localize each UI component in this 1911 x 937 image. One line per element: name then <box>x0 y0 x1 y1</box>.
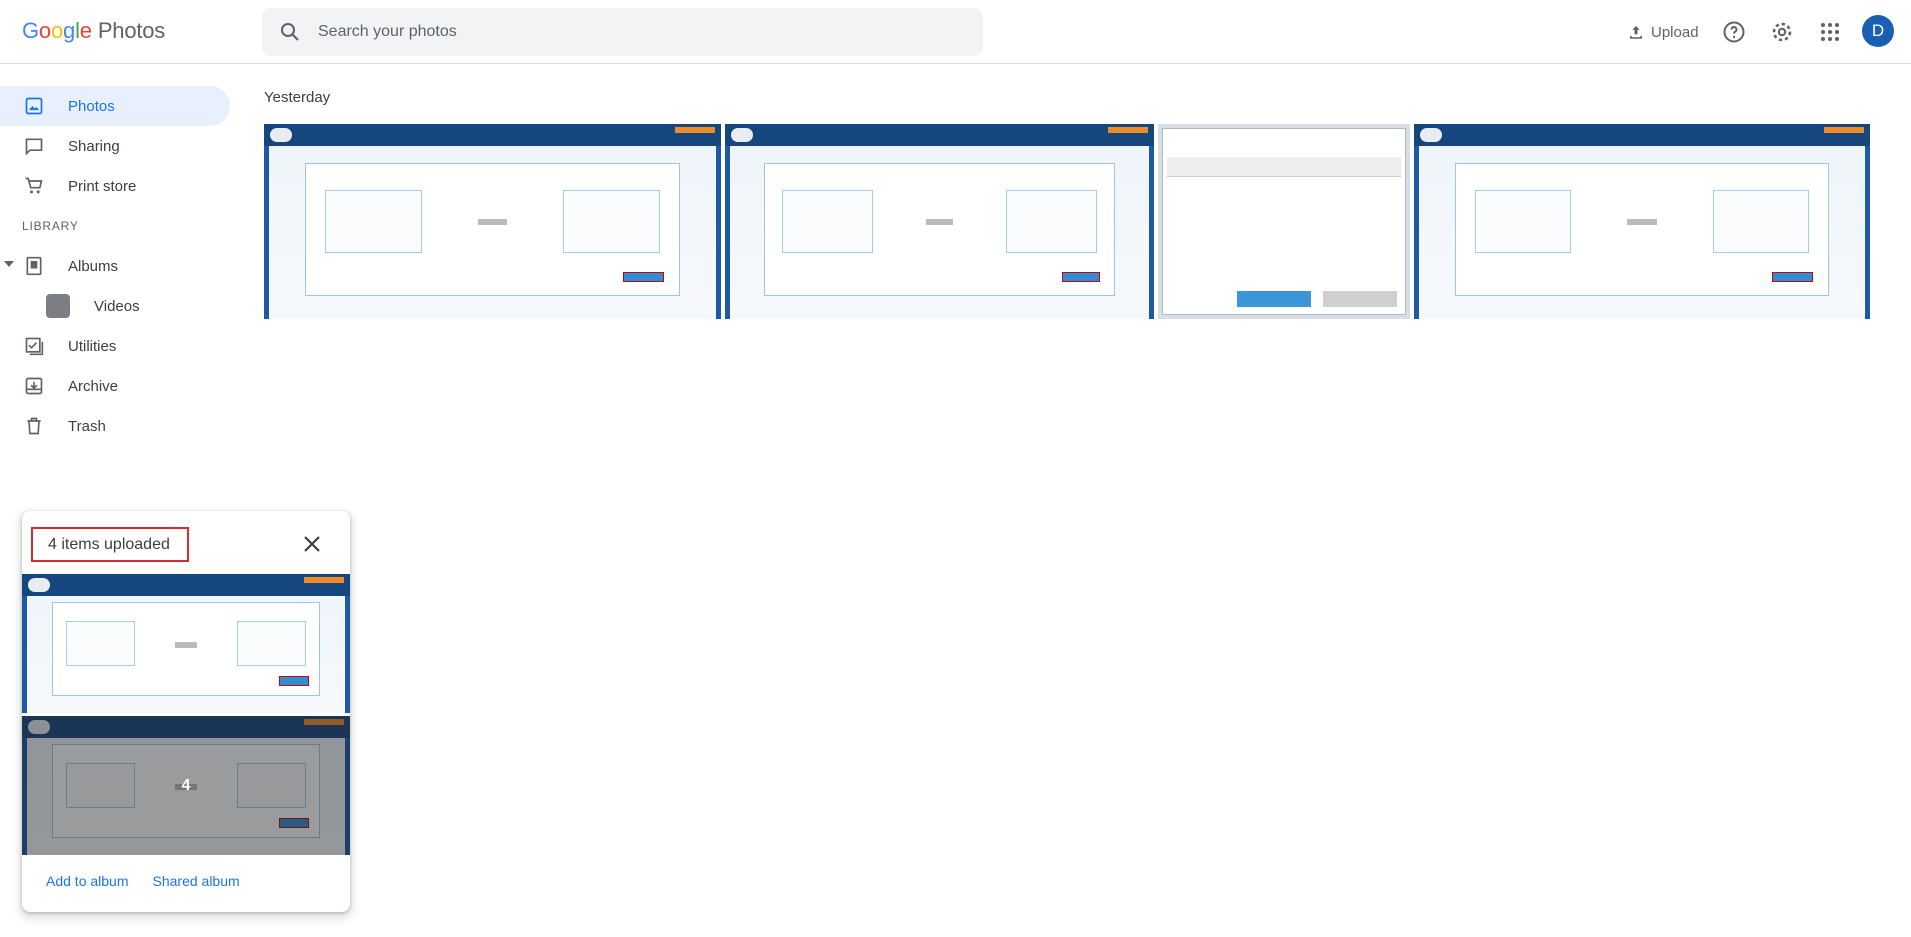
screenshot-image <box>1162 128 1406 315</box>
search-icon[interactable] <box>278 20 302 44</box>
screenshot-image <box>725 124 1154 319</box>
photo-thumbnail[interactable] <box>264 124 721 319</box>
photo-thumbnail[interactable] <box>725 124 1154 319</box>
sidebar-item-label: Albums <box>68 257 119 275</box>
upload-panel-actions: Add to album Shared album <box>22 873 350 889</box>
sidebar-item-archive[interactable]: Archive <box>0 366 230 406</box>
library-section-label: LIBRARY <box>22 219 79 233</box>
settings-icon[interactable] <box>1770 20 1794 44</box>
logo-letter: o <box>38 18 51 43</box>
screenshot-image <box>264 124 721 319</box>
logo-letter: g <box>63 18 76 43</box>
sidebar-item-label: Videos <box>94 297 140 315</box>
screenshot-image <box>1414 124 1870 319</box>
account-avatar[interactable]: D <box>1862 15 1894 47</box>
sidebar-item-label: Photos <box>68 97 115 115</box>
google-photos-logo[interactable]: G o o g l e Photos <box>22 18 165 44</box>
apps-icon[interactable] <box>1818 20 1842 44</box>
album-icon <box>22 254 46 278</box>
upload-status-title: 4 items uploaded <box>31 527 189 562</box>
sidebar-item-label: Trash <box>68 417 106 435</box>
sidebar-item-label: Utilities <box>68 337 117 355</box>
cart-icon <box>22 174 46 198</box>
sidebar-item-trash[interactable]: Trash <box>0 406 230 446</box>
sidebar-item-sharing[interactable]: Sharing <box>0 126 230 166</box>
navigation-sidebar: Photos Sharing Print store LIBRARY Album… <box>0 86 232 446</box>
checklist-icon <box>22 334 46 358</box>
help-icon[interactable] <box>1722 20 1746 44</box>
photo-thumbnail[interactable] <box>1158 124 1410 319</box>
uploaded-photo-thumbnail[interactable] <box>22 574 350 713</box>
sidebar-item-print-store[interactable]: Print store <box>0 166 230 206</box>
sidebar-item-photos[interactable]: Photos <box>0 86 230 126</box>
search-input[interactable] <box>318 8 958 56</box>
logo-letter: e <box>79 18 92 43</box>
upload-icon <box>1630 26 1642 39</box>
sidebar-item-label: Sharing <box>68 137 120 155</box>
shared-album-link[interactable]: Shared album <box>153 873 240 889</box>
chat-icon <box>22 134 46 158</box>
close-icon[interactable] <box>300 532 324 556</box>
search-bar[interactable] <box>262 8 983 56</box>
screenshot-image <box>22 574 350 713</box>
logo-product-name: Photos <box>97 18 166 43</box>
photo-icon <box>22 94 46 118</box>
sidebar-item-albums[interactable]: Albums <box>0 246 230 286</box>
photo-thumbnail[interactable] <box>1414 124 1870 319</box>
upload-label: Upload <box>1651 23 1699 41</box>
sidebar-item-videos[interactable]: Videos <box>0 286 230 326</box>
top-app-bar: G o o g l e Photos Upload D <box>0 0 1911 64</box>
more-items-count: 4 <box>181 776 191 794</box>
logo-letter: o <box>50 18 64 43</box>
upload-button[interactable]: Upload <box>1627 16 1699 48</box>
logo-letter: G <box>22 18 39 43</box>
sidebar-item-label: Print store <box>68 177 137 195</box>
expand-caret-icon[interactable] <box>4 261 14 267</box>
sidebar-item-label: Archive <box>68 377 119 395</box>
add-to-album-link[interactable]: Add to album <box>46 873 129 889</box>
date-group-heading: Yesterday <box>264 89 331 106</box>
upload-status-panel: 4 items uploaded 4 Add to album Shared a… <box>22 511 350 912</box>
sidebar-item-utilities[interactable]: Utilities <box>0 326 230 366</box>
archive-icon <box>22 374 46 398</box>
video-album-thumbnail <box>46 294 70 318</box>
trash-icon <box>22 414 46 438</box>
uploaded-photo-thumbnail-more[interactable]: 4 <box>22 716 350 855</box>
